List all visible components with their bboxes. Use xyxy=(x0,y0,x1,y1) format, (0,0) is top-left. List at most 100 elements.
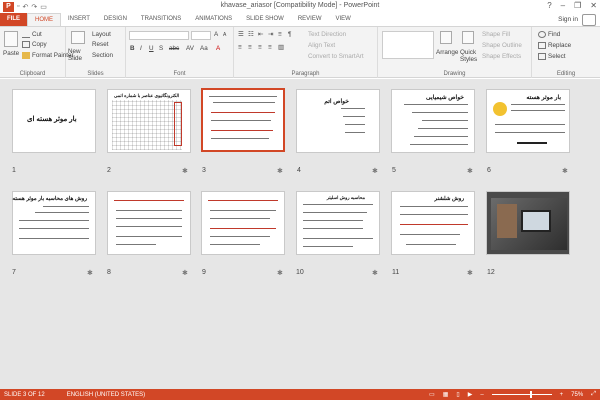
font-family-select[interactable] xyxy=(129,31,189,40)
shadow-button[interactable]: S xyxy=(159,45,163,52)
italic-button[interactable]: I xyxy=(140,45,142,52)
zoom-level[interactable]: 75% xyxy=(571,392,583,398)
slide-thumbnail-3[interactable] xyxy=(201,88,285,152)
section-button[interactable]: Section xyxy=(92,52,113,59)
tab-insert[interactable]: INSERT xyxy=(61,13,97,26)
bullets-icon[interactable]: ☰ xyxy=(238,31,244,38)
slide-thumbnail-10[interactable]: محاسبه روش اسلیتر xyxy=(296,191,380,255)
underline-button[interactable]: U xyxy=(149,45,154,52)
tab-transitions[interactable]: TRANSITIONS xyxy=(134,13,188,26)
bold-button[interactable]: B xyxy=(130,45,135,52)
text-line xyxy=(208,200,278,201)
slide-thumbnail-1[interactable]: بار موثر هسته ای xyxy=(12,89,96,153)
replace-icon xyxy=(538,42,546,49)
select-button[interactable]: Select xyxy=(538,53,566,60)
animation-star-icon: ✱ xyxy=(467,270,473,277)
zoom-slider[interactable] xyxy=(491,391,552,398)
normal-view-icon[interactable]: ▭ xyxy=(429,391,435,398)
paste-button[interactable]: Paste xyxy=(3,50,19,57)
quick-styles-button[interactable]: Quick Styles xyxy=(460,49,482,63)
tab-design[interactable]: DESIGN xyxy=(97,13,134,26)
paste-icon[interactable] xyxy=(4,31,18,47)
text-line xyxy=(116,218,182,219)
account-icon[interactable] xyxy=(582,14,596,26)
arrange-button[interactable]: Arrange xyxy=(436,49,458,56)
replace-button[interactable]: Replace xyxy=(538,42,571,49)
align-right-icon[interactable]: ≡ xyxy=(258,44,262,51)
find-button[interactable]: Find xyxy=(538,31,560,38)
close-button[interactable]: ✕ xyxy=(590,1,597,10)
text-direction-button[interactable]: Text Direction xyxy=(308,31,346,38)
reset-button[interactable]: Reset xyxy=(92,41,108,48)
slide-number: 1 xyxy=(12,167,16,174)
tab-review[interactable]: REVIEW xyxy=(291,13,329,26)
slide-thumbnail-2[interactable]: الکترونگاتیوی عناصر با شماره اتمی xyxy=(107,89,191,153)
justify-icon[interactable]: ≡ xyxy=(268,44,272,51)
new-slide-button[interactable]: New Slide xyxy=(68,48,92,62)
text-line xyxy=(495,124,565,125)
arrange-icon[interactable] xyxy=(440,31,452,44)
help-button[interactable]: ? xyxy=(547,1,551,10)
slideshow-view-icon[interactable]: ▶ xyxy=(468,391,473,398)
reading-view-icon[interactable]: ▯ xyxy=(456,391,459,398)
rtl-icon[interactable]: ¶ xyxy=(288,31,291,38)
slide-thumbnail-6[interactable]: بار موثر هسته xyxy=(486,89,570,153)
slide-number: 5 xyxy=(392,167,396,174)
shape-effects-button[interactable]: Shape Effects xyxy=(482,53,521,60)
slide-counter: SLIDE 3 OF 12 xyxy=(4,391,45,398)
align-left-icon[interactable]: ≡ xyxy=(238,44,242,51)
font-label: Font xyxy=(173,71,186,77)
convert-smartart-button[interactable]: Convert to SmartArt xyxy=(308,53,364,60)
align-text-button[interactable]: Align Text xyxy=(308,42,335,49)
font-color-icon[interactable]: A xyxy=(216,45,220,52)
shrink-font-icon[interactable]: A xyxy=(223,32,226,38)
quick-styles-icon[interactable] xyxy=(462,31,474,44)
slide-thumbnail-4[interactable]: خواص اتم xyxy=(296,89,380,153)
zoom-slider-thumb[interactable] xyxy=(529,391,532,398)
fit-slide-icon[interactable]: ⤢ xyxy=(591,391,596,398)
new-slide-icon[interactable] xyxy=(71,31,85,44)
shape-fill-button[interactable]: Shape Fill xyxy=(482,31,510,38)
tab-slide-show[interactable]: SLIDE SHOW xyxy=(239,13,291,26)
minimize-button[interactable]: – xyxy=(561,1,565,10)
copy-button[interactable]: Copy xyxy=(22,41,47,48)
slide-thumbnail-8[interactable] xyxy=(107,191,191,255)
increase-indent-icon[interactable]: ⇥ xyxy=(268,31,273,38)
numbering-icon[interactable]: ☷ xyxy=(248,31,254,38)
sorter-view-icon[interactable]: ▦ xyxy=(443,391,449,398)
cut-button[interactable]: Cut xyxy=(22,31,42,38)
tab-file[interactable]: FILE xyxy=(0,13,27,26)
slide-thumbnail-9[interactable] xyxy=(201,191,285,255)
align-center-icon[interactable]: ≡ xyxy=(248,44,252,51)
restore-button[interactable]: ❐ xyxy=(574,1,581,10)
strikethrough-button[interactable]: abc xyxy=(169,45,179,52)
spacing-icon[interactable]: AV xyxy=(186,45,194,52)
slide-thumbnail-7[interactable]: روش های محاسبه بار موثر هسته xyxy=(12,191,96,255)
slide-number: 8 xyxy=(107,269,111,276)
ribbon-tabs: FILE HOME INSERT DESIGN TRANSITIONS ANIM… xyxy=(0,13,600,26)
language-indicator[interactable]: ENGLISH (UNITED STATES) xyxy=(67,392,145,398)
slide-thumbnail-11[interactable]: روش شلشنر xyxy=(391,191,475,255)
font-size-select[interactable] xyxy=(191,31,211,40)
shape-outline-button[interactable]: Shape Outline xyxy=(482,42,522,49)
tab-home[interactable]: HOME xyxy=(27,13,61,26)
change-case-icon[interactable]: Aa xyxy=(200,45,208,52)
decrease-indent-icon[interactable]: ⇤ xyxy=(258,31,263,38)
sign-in-link[interactable]: Sign in xyxy=(558,16,578,23)
zoom-in-button[interactable]: + xyxy=(560,392,564,398)
animation-star-icon: ✱ xyxy=(277,168,283,175)
layout-button[interactable]: Layout xyxy=(92,31,111,38)
tab-animations[interactable]: ANIMATIONS xyxy=(188,13,239,26)
slide-thumbnail-12[interactable] xyxy=(486,191,570,255)
line-spacing-icon[interactable]: ≡ xyxy=(278,31,282,38)
tab-view[interactable]: VIEW xyxy=(329,13,358,26)
columns-icon[interactable]: ▥ xyxy=(278,44,284,51)
zoom-out-button[interactable]: – xyxy=(480,392,483,398)
text-line xyxy=(211,112,275,113)
grow-font-icon[interactable]: A xyxy=(214,31,218,38)
shapes-gallery[interactable] xyxy=(382,31,434,59)
animation-star-icon: ✱ xyxy=(182,168,188,175)
slide-thumbnail-5[interactable]: خواص شیمیایی xyxy=(391,89,475,153)
paragraph-label: Paragraph xyxy=(291,71,320,77)
formula-line xyxy=(517,142,547,144)
